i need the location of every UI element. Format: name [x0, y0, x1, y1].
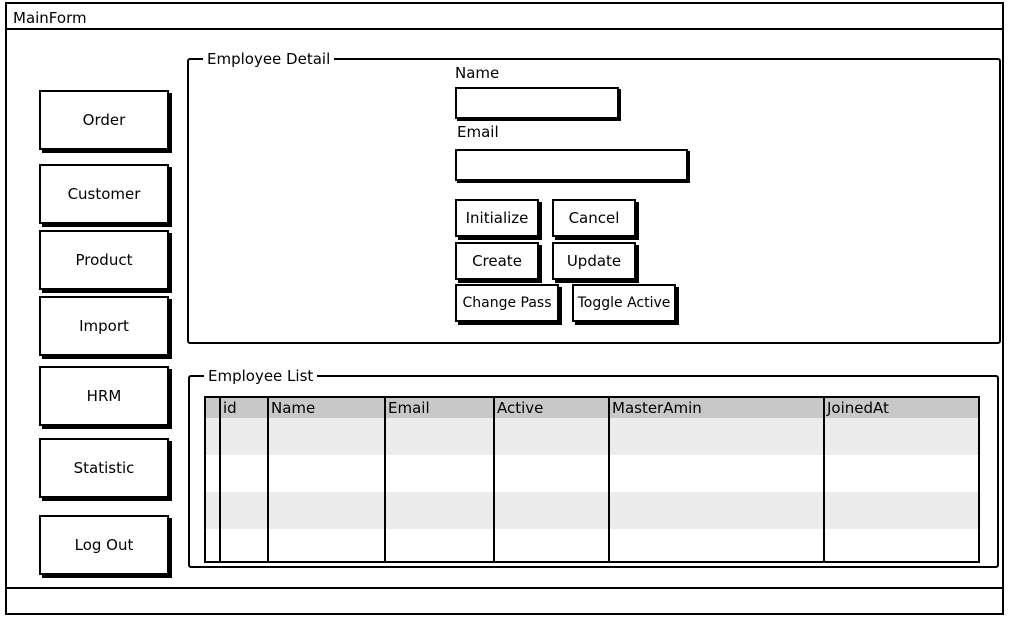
column-header-masteramin[interactable]: MasterAmin — [610, 398, 702, 418]
employee-table[interactable]: id Name Email Active MasterAmin JoinedAt — [204, 396, 980, 563]
title-bar: MainForm — [7, 4, 1002, 30]
table-row[interactable] — [206, 492, 978, 529]
column-header-id[interactable]: id — [221, 398, 237, 418]
employee-detail-group: Employee Detail Name Email Initialize Ca… — [187, 49, 1001, 344]
column-header-name[interactable]: Name — [269, 398, 315, 418]
name-input[interactable] — [455, 87, 619, 119]
employee-list-group: Employee List id Name Email Active Maste… — [188, 366, 999, 568]
employee-detail-legend: Employee Detail — [203, 49, 335, 69]
window-title: MainForm — [13, 9, 87, 27]
column-header-joinedat[interactable]: JoinedAt — [825, 398, 889, 418]
email-input[interactable] — [455, 149, 688, 181]
table-row[interactable] — [206, 418, 978, 455]
email-label: Email — [457, 123, 499, 141]
employee-list-legend: Employee List — [204, 366, 318, 386]
create-button[interactable]: Create — [455, 242, 539, 280]
main-window: MainForm Order Customer Product Import H… — [5, 2, 1004, 615]
nav-hrm-button[interactable]: HRM — [39, 366, 169, 426]
column-header-active[interactable]: Active — [495, 398, 543, 418]
update-button[interactable]: Update — [552, 242, 636, 280]
nav-logout-button[interactable]: Log Out — [39, 515, 169, 575]
nav-order-button[interactable]: Order — [39, 90, 169, 150]
cancel-button[interactable]: Cancel — [552, 199, 636, 237]
column-divider — [267, 398, 269, 561]
column-divider — [823, 398, 825, 561]
column-divider — [384, 398, 386, 561]
name-label: Name — [455, 64, 500, 82]
nav-customer-button[interactable]: Customer — [39, 164, 169, 224]
column-header-email[interactable]: Email — [386, 398, 430, 418]
change-pass-button[interactable]: Change Pass — [455, 284, 559, 322]
nav-statistic-button[interactable]: Statistic — [39, 438, 169, 498]
column-divider — [493, 398, 495, 561]
status-bar — [7, 587, 1002, 613]
column-divider — [608, 398, 610, 561]
table-row[interactable] — [206, 529, 978, 561]
toggle-active-button[interactable]: Toggle Active — [572, 284, 676, 322]
table-row[interactable] — [206, 455, 978, 492]
initialize-button[interactable]: Initialize — [455, 199, 539, 237]
nav-product-button[interactable]: Product — [39, 230, 169, 290]
nav-import-button[interactable]: Import — [39, 296, 169, 356]
column-divider — [219, 398, 221, 561]
